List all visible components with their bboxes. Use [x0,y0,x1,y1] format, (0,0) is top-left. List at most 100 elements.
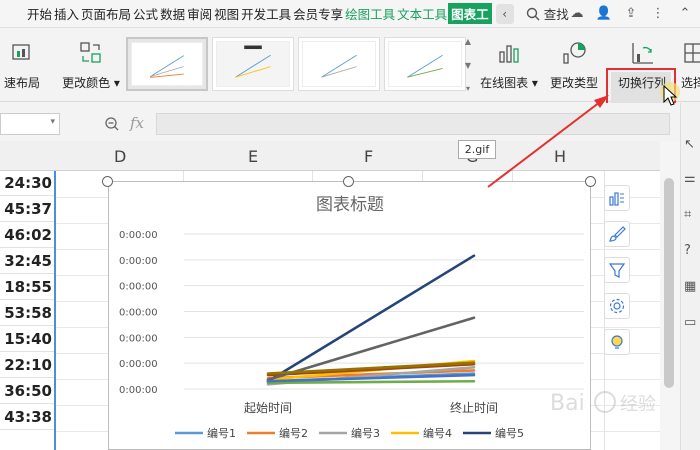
chart-tools [604,185,630,355]
formula-input[interactable] [156,113,670,135]
menu-item[interactable]: 绘图工具 [344,4,396,23]
ribbon: 速布局 更改颜色 ▾ ▲ ▼ ▾ 在线图表 ▾ 更改类型 切换行列 选择 [0,28,700,124]
time-column: 24:30 45:37 46:02 32:45 18:55 53:58 15:40 22:10… [0,171,56,450]
crop-icon[interactable]: ⌗ [684,208,698,222]
change-type-button[interactable]: 更改类型 [548,28,600,102]
online-chart-button[interactable]: 在线图表 ▾ [478,28,540,102]
filter-icon [608,263,626,278]
change-color-label: 更改颜色 ▾ [62,76,120,90]
menu-item[interactable]: 开始 [26,4,53,23]
column-e[interactable]: E [248,147,258,166]
help-icon[interactable]: ? [684,244,698,258]
time-cell[interactable]: 24:30 [0,171,54,196]
chart-filter-button[interactable] [604,257,630,283]
x-tick-label: 终止时间 [450,400,498,415]
menu-item[interactable]: 文本工具 [396,4,448,23]
collapse-icon[interactable]: ⌃ [676,4,694,22]
more-icon[interactable]: ⋮ [649,4,667,22]
menu-item[interactable]: 开发工具 [240,4,292,23]
menu-item[interactable]: 数据 [159,4,186,23]
grid-icon[interactable]: ▦ [684,280,698,294]
y-tick-label: 0:00:00 [119,256,158,267]
menu-item[interactable]: 页面布局 [80,4,132,23]
chart-style-thumb-3[interactable] [298,37,380,91]
fx-icon[interactable]: fx [130,114,144,132]
menu-item[interactable]: 视图 [213,4,240,23]
y-tick-label: 0:00:00 [119,333,158,344]
menu-more-button[interactable]: ‹ [495,3,514,24]
gallery-scroll[interactable]: ▲ ▼ ▾ [462,37,474,93]
y-tick-label: 0:00:00 [119,359,158,370]
quick-layout-icon [12,44,30,60]
y-tick-label: 0:00:00 [119,230,158,241]
y-tick-label: 0:00:00 [119,282,158,293]
time-cell[interactable]: 43:38 [0,405,54,430]
chart-title: 图表标题 [316,195,384,215]
chart-style-thumb-4[interactable] [384,37,466,91]
quick-layout-label: 速布局 [3,76,40,90]
time-cell[interactable]: 15:40 [0,327,54,352]
column-h[interactable]: H [554,147,566,166]
formula-bar: ▾ fx [0,103,680,141]
change-color-button[interactable]: 更改颜色 ▾ [60,28,122,102]
menu-item[interactable]: 会员专享 [292,4,344,23]
change-color-icon [80,42,101,63]
time-cell[interactable]: 36:50 [0,379,54,404]
time-cell[interactable]: 53:58 [0,301,54,326]
chart-area[interactable]: 图表标题 0:00:00 0:00:00 0:00:00 0:00:00 0:00:00 0… [108,181,591,450]
share-icon[interactable]: ⇪ [622,4,640,22]
svg-text:Bai: Bai [550,391,585,416]
tooltip: 2.gif [458,140,496,159]
chart-settings-button[interactable] [604,293,630,319]
series-line [266,254,476,383]
time-cell[interactable]: 32:45 [0,249,54,274]
x-tick-label: 起始时间 [244,401,292,415]
right-sidebar [680,103,700,450]
chart-style-thumb-2[interactable] [212,37,294,91]
menu-item[interactable]: 审阅 [186,4,213,23]
menu-item[interactable]: 公式 [132,4,159,23]
chart-tips-button[interactable] [604,329,630,355]
name-box[interactable]: ▾ [0,113,60,135]
legend-label: 编号1 [207,426,236,440]
resize-handle-top-right[interactable] [585,176,596,187]
resize-handle-top[interactable] [343,176,354,187]
search-button[interactable]: 查找 [526,4,569,23]
collaborate-icon[interactable]: 👤 [595,4,613,22]
line-chart: 图表标题 0:00:00 0:00:00 0:00:00 0:00:00 0:00:00 0… [119,195,584,440]
chart-style-thumb-1[interactable] [126,37,208,91]
zoom-icon[interactable] [104,116,120,132]
time-cell[interactable]: 45:37 [0,197,54,222]
chart-elements-icon [609,192,624,206]
chart-elements-button[interactable] [604,185,630,211]
menu-item[interactable]: 图表工 [448,3,492,24]
menu-bar: 开始 插入 页面布局 公式 数据 审阅 视图 开发工具 会员专享 绘图工具 文本工具 图表工 ‹ 查找… [0,0,700,28]
lightbulb-icon [611,335,623,349]
gear-icon [609,298,625,314]
legend-label: 编号4 [423,426,452,440]
column-f[interactable]: F [364,147,373,166]
scrollbar-thumb[interactable] [664,178,674,388]
cursor-icon[interactable]: ↖ [684,138,698,152]
resize-handle-top-left[interactable] [102,176,113,187]
legend-label: 编号2 [279,426,308,440]
menu-items: 开始 插入 页面布局 公式 数据 审阅 视图 开发工具 会员专享 绘图工具 文本工具 图表工 [0,3,492,24]
svg-text:经验: 经验 [620,394,656,415]
column-header: D E F G H [0,141,660,171]
time-cell[interactable]: 46:02 [0,223,54,248]
box-icon[interactable]: ▭ [684,316,698,330]
menu-item[interactable]: 插入 [53,4,80,23]
online-chart-icon [499,45,519,63]
chart-style-button[interactable] [604,221,630,247]
legend-label: 编号5 [495,426,524,440]
time-cell[interactable]: 22:10 [0,353,54,378]
y-tick-label: 0:00:00 [119,308,158,319]
time-cell[interactable]: 18:55 [0,275,54,300]
change-type-icon [563,42,586,64]
online-chart-label: 在线图表 ▾ [480,76,538,90]
column-d[interactable]: D [114,147,126,166]
chart-style-gallery [126,37,474,93]
properties-icon[interactable]: ⚌ [684,172,698,186]
quick-layout-button[interactable]: 速布局 [0,28,44,102]
cloud-sync-icon[interactable]: ☁ [568,4,586,22]
